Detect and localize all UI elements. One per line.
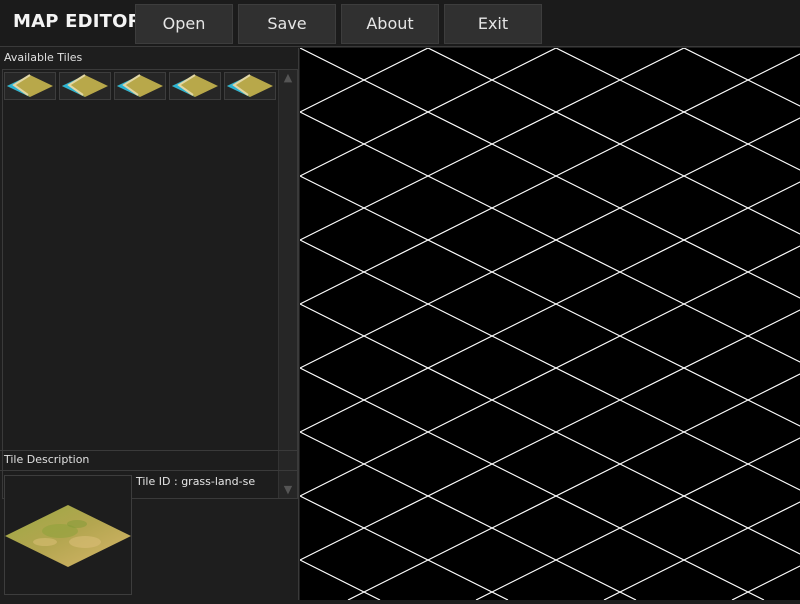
grass-tile-preview-image xyxy=(5,505,131,567)
grid-line xyxy=(683,47,800,107)
tile-thumb[interactable] xyxy=(169,72,221,100)
tile-thumb[interactable] xyxy=(4,72,56,100)
coast-tile-icon xyxy=(117,74,163,97)
app-title: MAP EDITOR xyxy=(13,11,142,32)
left-panel: Available Tiles ▲ ▼ Tile Description Til… xyxy=(0,48,299,600)
grid-line xyxy=(427,47,800,235)
grid-line xyxy=(347,373,800,601)
isometric-grid xyxy=(0,47,800,601)
grid-line xyxy=(0,217,765,601)
scroll-up-arrow[interactable]: ▲ xyxy=(281,71,295,85)
grid-line xyxy=(475,437,800,601)
panel-divider xyxy=(0,470,298,471)
tile-thumb[interactable] xyxy=(114,72,166,100)
tile-description-label: Tile Description xyxy=(4,453,90,466)
tile-id-value: grass-land-se xyxy=(181,475,256,488)
tile-id-label: Tile ID : xyxy=(136,475,178,488)
about-button[interactable]: About xyxy=(341,4,439,44)
exit-button[interactable]: Exit xyxy=(444,4,542,44)
top-toolbar: MAP EDITOR Open Save About Exit xyxy=(0,0,800,47)
grid-line xyxy=(731,565,800,601)
grid-line xyxy=(603,501,800,601)
map-canvas[interactable] xyxy=(0,47,800,601)
open-button[interactable]: Open xyxy=(135,4,233,44)
panel-divider xyxy=(0,450,298,451)
tile-list-scrollbar[interactable]: ▲ ▼ xyxy=(278,70,297,498)
tile-list: ▲ ▼ xyxy=(2,69,298,499)
coast-tile-icon xyxy=(62,74,108,97)
grid-line xyxy=(0,345,509,601)
grid-line xyxy=(0,47,685,391)
available-tiles-label: Available Tiles xyxy=(4,51,83,64)
coast-tile-icon xyxy=(227,74,273,97)
tile-preview xyxy=(4,475,132,595)
save-button[interactable]: Save xyxy=(238,4,336,44)
tile-thumb[interactable] xyxy=(224,72,276,100)
grid-line xyxy=(171,47,800,363)
tile-thumb[interactable] xyxy=(59,72,111,100)
tile-id-line: Tile ID : grass-land-se xyxy=(136,475,255,488)
coast-tile-icon xyxy=(172,74,218,97)
coast-tile-icon xyxy=(7,74,53,97)
grid-line xyxy=(0,47,429,263)
scroll-down-arrow[interactable]: ▼ xyxy=(281,483,295,497)
